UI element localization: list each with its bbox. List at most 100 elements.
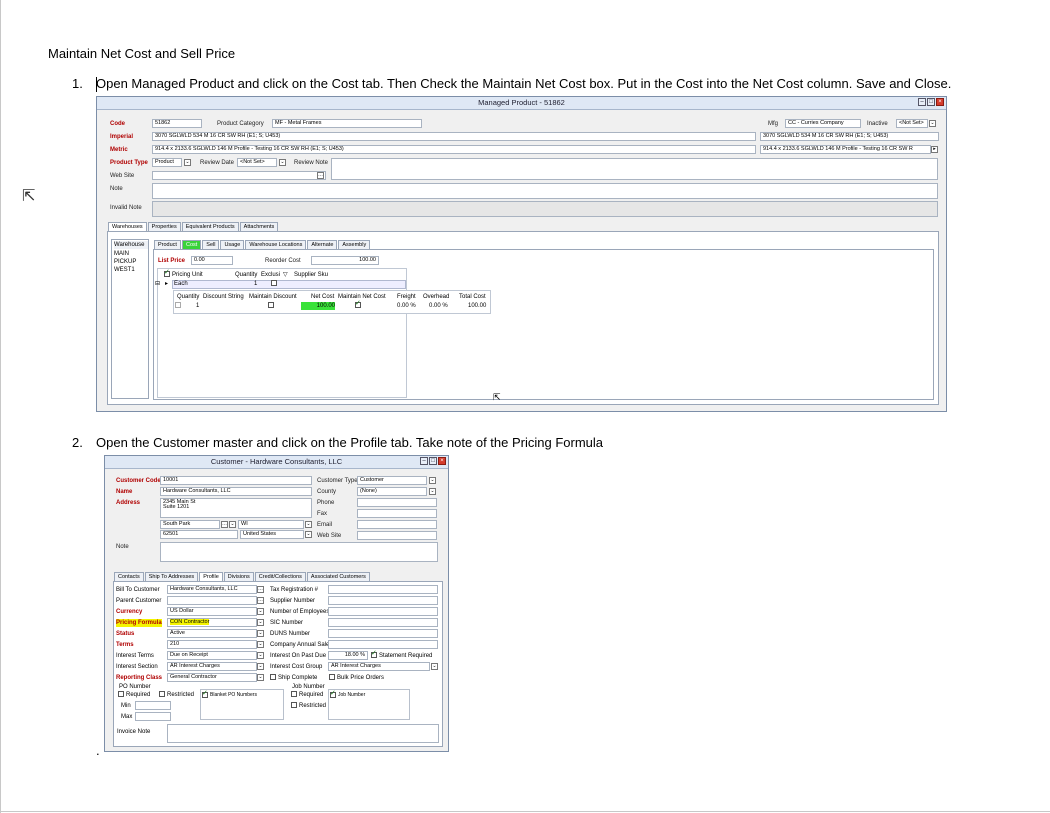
phone-field[interactable] [357, 498, 437, 507]
maximize-icon[interactable]: □ [927, 98, 935, 106]
pricing-formula-field[interactable]: CON Contractor [167, 618, 257, 627]
review-note-field[interactable] [331, 158, 938, 180]
web-site-field[interactable] [357, 531, 437, 540]
company-annual-sales-field[interactable] [328, 640, 438, 649]
statement-required-checkbox[interactable]: Statement Required [371, 650, 432, 660]
currency-field[interactable]: US Dollar [167, 607, 257, 616]
list-price-field[interactable]: 0.00 [191, 256, 233, 265]
grid-header-quantity[interactable]: Quantity [235, 271, 257, 279]
sub-header-quantity[interactable]: Quantity [177, 293, 199, 301]
collapse-row-icon[interactable]: ⊟ [155, 280, 160, 288]
sub-header-maintain-net-cost[interactable]: Maintain Net Cost [338, 293, 386, 301]
city-dropdown-icon[interactable]: … [221, 521, 228, 528]
interest-cost-group-field[interactable]: AR Interest Charges [328, 662, 430, 671]
sub-row-quantity[interactable]: 1 [196, 302, 199, 310]
bill-to-customer-field[interactable]: Hardware Consultants, LLC [167, 585, 257, 594]
country-dropdown-icon[interactable]: ⌄ [305, 531, 312, 538]
customer-type-dropdown-icon[interactable]: ⌄ [429, 477, 436, 484]
imperial-field[interactable]: 3070 SGLWLD 534 M 16 CR SW RH (E1; S; U4… [152, 132, 756, 141]
web-site-browse-icon[interactable]: … [317, 172, 324, 179]
maximize-icon[interactable]: □ [429, 457, 437, 465]
inactive-dropdown-icon[interactable]: ⌄ [929, 120, 936, 127]
address-field[interactable]: 2345 Main St Suite 1201 [160, 498, 312, 518]
pricing-formula-dropdown-icon[interactable]: ⌄ [257, 619, 264, 626]
status-dropdown-icon[interactable]: ⌄ [257, 630, 264, 637]
parent-customer-field[interactable] [167, 596, 257, 605]
sub-header-net-cost[interactable]: Net Cost [311, 293, 334, 301]
sic-number-field[interactable] [328, 618, 438, 627]
close-icon[interactable]: × [438, 457, 446, 465]
mfg-field[interactable]: CC - Curries Company [785, 119, 861, 128]
grid-header-exclusive[interactable]: Exclusi [261, 271, 280, 279]
grid-header-supplier-sku[interactable]: Supplier Sku [294, 271, 328, 279]
grid-header-pricing-unit[interactable]: Pricing Unit [164, 269, 203, 279]
product-type-dropdown-icon[interactable]: ⌄ [184, 159, 191, 166]
interest-terms-field[interactable]: Due on Receipt [167, 651, 257, 660]
interest-cost-group-dropdown-icon[interactable]: ⌄ [431, 663, 438, 670]
state-dropdown-icon[interactable]: ⌄ [305, 521, 312, 528]
pricing-row[interactable] [172, 280, 406, 289]
invoice-note-field[interactable] [167, 724, 439, 743]
exclusive-checkbox[interactable] [271, 280, 279, 288]
sub-row-selector[interactable] [175, 302, 183, 310]
review-date-dropdown-icon[interactable]: ⌄ [279, 159, 286, 166]
ship-complete-checkbox[interactable]: Ship Complete [270, 674, 317, 682]
imperial-right-field[interactable]: 3070 SGLWLD 534 M 16 CR SW RH (E1; S; U4… [760, 132, 939, 141]
terms-field[interactable]: 210 [167, 640, 257, 649]
bulk-price-orders-checkbox[interactable]: Bulk Price Orders [329, 674, 384, 682]
bill-to-browse-icon[interactable]: … [257, 586, 264, 593]
close-icon[interactable]: × [936, 98, 944, 106]
terms-dropdown-icon[interactable]: ⌄ [257, 641, 264, 648]
sub-header-freight[interactable]: Freight [397, 293, 416, 301]
interest-section-dropdown-icon[interactable]: ⌄ [257, 663, 264, 670]
warehouse-item-main[interactable]: MAIN [114, 250, 129, 258]
email-field[interactable] [357, 520, 437, 529]
warehouse-item-west1[interactable]: WEST1 [114, 266, 135, 274]
state-field[interactable]: WI [238, 520, 304, 529]
parent-browse-icon[interactable]: … [257, 597, 264, 604]
interest-terms-dropdown-icon[interactable]: ⌄ [257, 652, 264, 659]
max-field[interactable] [135, 712, 171, 721]
code-field[interactable]: 51862 [152, 119, 202, 128]
maintain-discount-checkbox[interactable] [268, 302, 276, 310]
interest-section-field[interactable]: AR Interest Charges [167, 662, 257, 671]
customer-type-field[interactable]: Customer [357, 476, 427, 485]
reporting-class-dropdown-icon[interactable]: ⌄ [257, 674, 264, 681]
blanket-po-header[interactable]: Blanket PO Numbers [202, 690, 257, 699]
fax-field[interactable] [357, 509, 437, 518]
reporting-class-field[interactable]: General Contractor [167, 673, 257, 682]
maintain-net-cost-checkbox[interactable] [355, 300, 363, 310]
city-field[interactable]: South Park [160, 520, 220, 529]
sub-header-overhead[interactable]: Overhead [423, 293, 449, 301]
warehouse-item-pickup[interactable]: PICKUP [114, 258, 136, 266]
po-required-checkbox[interactable]: Required [118, 691, 150, 699]
overhead-cell[interactable]: 0.00 % [429, 302, 448, 310]
filter-icon[interactable]: ▽ [283, 271, 288, 279]
job-number-header[interactable]: Job Number [330, 690, 365, 699]
zip-field[interactable]: 62501 [160, 530, 238, 539]
job-required-checkbox[interactable]: Required [291, 691, 323, 699]
freight-cell[interactable]: 0.00 % [397, 302, 416, 310]
number-of-employees-field[interactable] [328, 607, 438, 616]
po-restricted-checkbox[interactable]: Restricted [159, 691, 194, 699]
customer-note-field[interactable] [160, 542, 438, 562]
supplier-number-field[interactable] [328, 596, 438, 605]
inactive-field[interactable]: <Not Set> [896, 119, 928, 128]
minimize-icon[interactable]: – [918, 98, 926, 106]
status-field[interactable]: Active [167, 629, 257, 638]
net-cost-cell[interactable]: 100.00 [301, 302, 335, 310]
minimize-icon[interactable]: – [420, 457, 428, 465]
product-type-field[interactable]: Product [152, 158, 182, 167]
interest-rate-field[interactable]: 18.00 % [328, 651, 368, 660]
select-all-checkbox[interactable] [164, 269, 170, 278]
tax-registration-field[interactable] [328, 585, 438, 594]
county-field[interactable]: (None) [357, 487, 427, 496]
review-date-field[interactable]: <Not Set> [237, 158, 277, 167]
currency-dropdown-icon[interactable]: ⌄ [257, 608, 264, 615]
duns-number-field[interactable] [328, 629, 438, 638]
county-dropdown-icon[interactable]: ⌄ [429, 488, 436, 495]
metric-field[interactable]: 914.4 x 2133.6 SGLWLD 146 M Profile - Te… [152, 145, 756, 154]
city-list-icon[interactable]: ⌄ [229, 521, 236, 528]
web-site-field[interactable] [152, 171, 326, 180]
note-field[interactable] [152, 183, 938, 199]
